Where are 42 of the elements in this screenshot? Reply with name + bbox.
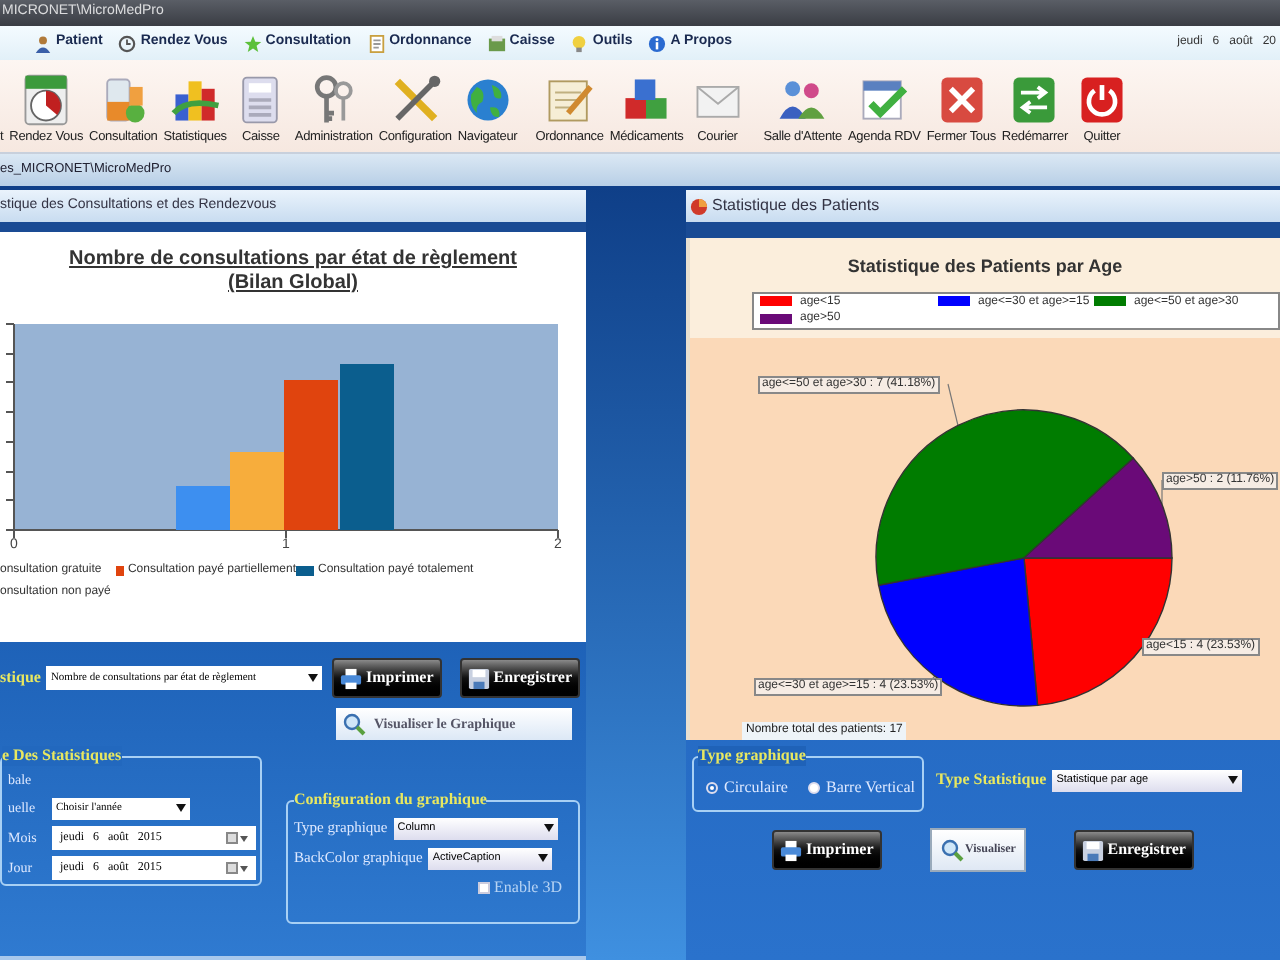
bulb-icon <box>570 33 589 53</box>
printer-icon <box>780 839 802 861</box>
calendar-icon <box>226 832 248 844</box>
group-title: Type graphique <box>698 746 806 766</box>
person-icon <box>34 33 52 53</box>
chart-subtitle: (Bilan Global) <box>228 272 358 296</box>
field-label: stique <box>0 666 41 690</box>
printer-icon <box>339 667 362 689</box>
caret-icon <box>538 854 549 862</box>
chart-title: Nombre de consultations par état de règlement <box>69 248 517 272</box>
radio-label: Circulaire <box>724 775 788 799</box>
calendar-icon <box>226 862 248 874</box>
group-title: e Des Statistiques <box>2 746 122 766</box>
caret-icon <box>307 674 318 682</box>
document-icon <box>367 33 386 53</box>
checkbox[interactable] <box>478 882 490 894</box>
caret-icon <box>176 804 186 812</box>
floppy-icon <box>1081 839 1104 861</box>
chart-icon <box>690 197 708 215</box>
panel-title: Statistique des Patients <box>712 194 880 218</box>
print-button[interactable]: Imprimer <box>331 658 442 698</box>
checkbox-label: Enable 3D <box>494 876 562 900</box>
field-label: Type Statistique <box>936 768 1047 792</box>
leader-line <box>1161 478 1163 505</box>
chart-title: Statistique des Patients par Age <box>847 254 1123 280</box>
save-button[interactable]: Enregistrer <box>1073 830 1194 870</box>
save-button[interactable]: Enregistrer <box>459 658 580 698</box>
clock-icon <box>118 33 137 53</box>
radio-button[interactable] <box>807 781 820 793</box>
star-icon <box>243 33 262 53</box>
print-button[interactable]: Imprimer <box>772 830 882 870</box>
floppy-icon <box>467 667 490 689</box>
magnifier-icon <box>939 838 964 862</box>
caret-icon <box>543 824 554 832</box>
info-icon <box>648 33 667 53</box>
register-icon <box>487 33 506 53</box>
radio-button[interactable] <box>706 781 718 793</box>
radio-label: Barre Vertical <box>825 775 915 799</box>
group-title: Configuration du graphique <box>294 790 487 810</box>
caret-icon <box>1228 776 1239 784</box>
leader-line <box>947 382 959 426</box>
magnifier-icon <box>342 712 366 736</box>
